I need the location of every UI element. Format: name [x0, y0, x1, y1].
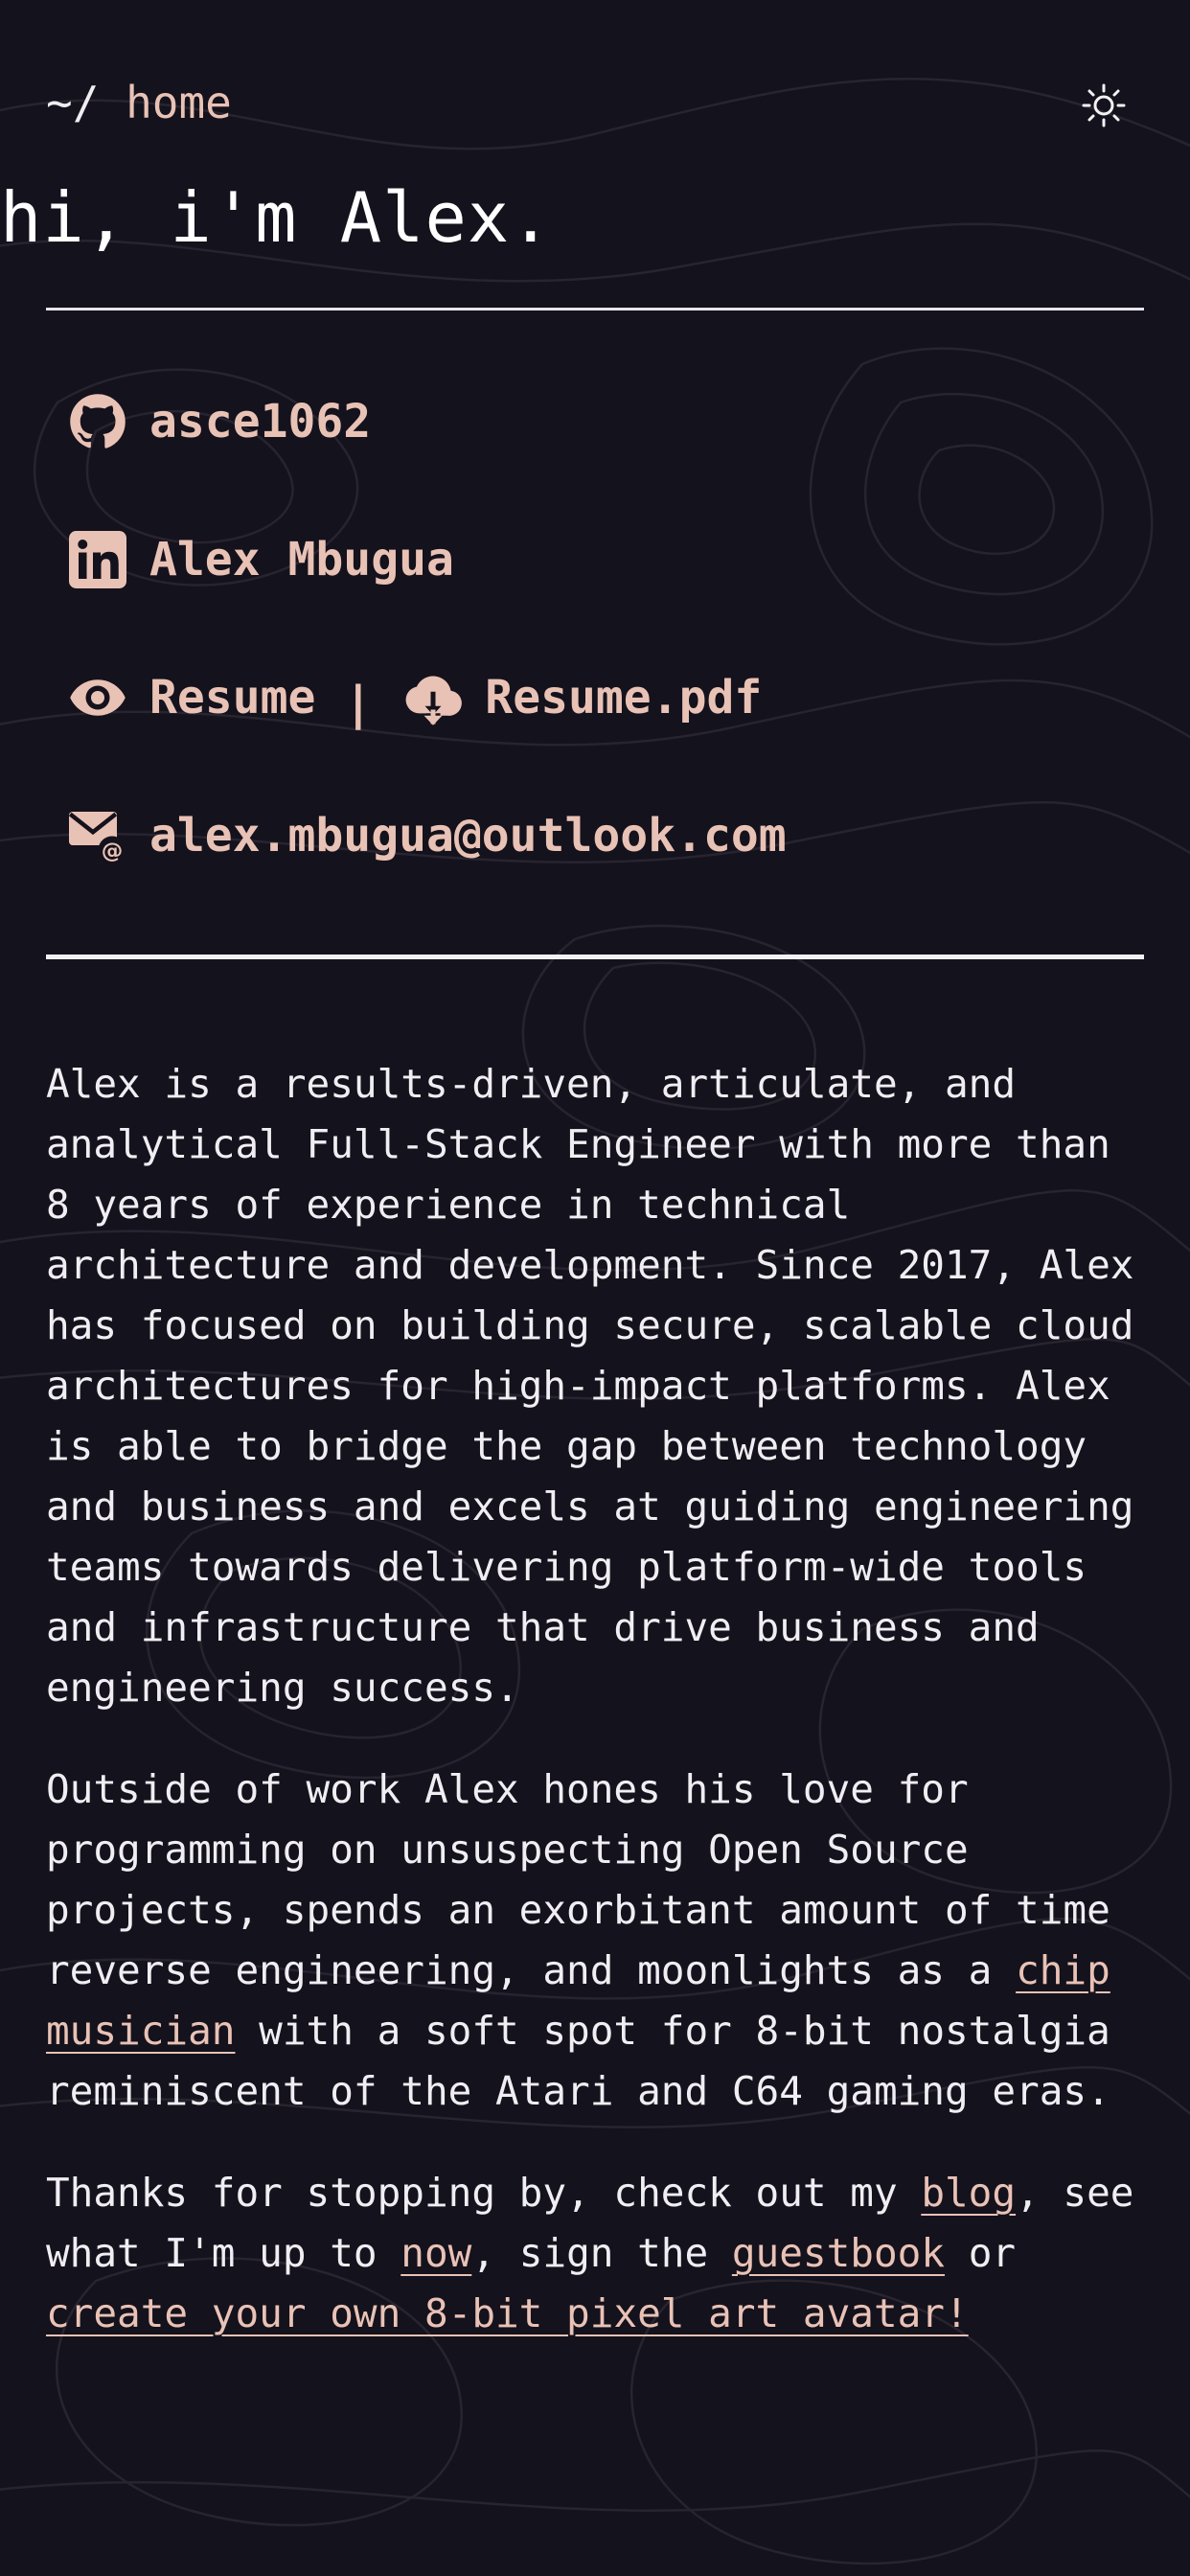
bio-text: Thanks for stopping by, check out my	[46, 2170, 922, 2216]
bio-text: or	[945, 2230, 1017, 2276]
theme-toggle-button[interactable]	[1081, 82, 1127, 128]
sun-icon	[1082, 83, 1126, 127]
svg-text:@: @	[102, 839, 124, 863]
linkedin-link[interactable]: Alex Mbugua	[149, 533, 454, 586]
github-link-row[interactable]: asce1062	[69, 393, 371, 450]
eye-icon	[70, 679, 126, 716]
breadcrumb-prefix: ~/	[46, 77, 126, 128]
linkedin-link-row[interactable]: Alex Mbugua	[69, 531, 454, 588]
avatar-creator-link[interactable]: create your own 8-bit pixel art avatar!	[46, 2290, 969, 2336]
bio-text: Outside of work Alex hones his love for …	[46, 1766, 1110, 1993]
github-link[interactable]: asce1062	[149, 395, 371, 448]
bio-section: Alex is a results-driven, articulate, an…	[46, 1054, 1157, 2385]
guestbook-link[interactable]: guestbook	[732, 2230, 945, 2276]
email-link[interactable]: alex.mbugua@outlook.com	[149, 809, 787, 862]
link-separator: |	[344, 677, 373, 730]
page-title: hi, i'm Alex.	[0, 177, 553, 258]
breadcrumb-home-link[interactable]: home	[126, 77, 232, 128]
header: ~/ home	[46, 0, 1144, 153]
bio-paragraph: Thanks for stopping by, check out my blo…	[46, 2163, 1157, 2344]
linkedin-icon	[69, 531, 126, 588]
github-icon	[70, 394, 126, 448]
bio-paragraph: Outside of work Alex hones his love for …	[46, 1760, 1157, 2122]
resume-pdf-link[interactable]: Resume.pdf	[485, 671, 762, 724]
divider	[46, 308, 1144, 310]
resume-view-link[interactable]: Resume	[149, 671, 315, 724]
blog-link[interactable]: blog	[921, 2170, 1016, 2216]
email-icon: @	[69, 812, 126, 864]
bio-paragraph: Alex is a results-driven, articulate, an…	[46, 1061, 1134, 1711]
breadcrumb: ~/ home	[46, 77, 232, 128]
divider	[46, 954, 1144, 959]
email-link-row[interactable]: @ alex.mbugua@outlook.com	[69, 807, 787, 864]
resume-links-row: Resume | Resume.pdf	[69, 669, 762, 730]
now-link[interactable]: now	[400, 2230, 471, 2276]
bio-text: , sign the	[471, 2230, 732, 2276]
cloud-download-icon	[405, 676, 463, 725]
